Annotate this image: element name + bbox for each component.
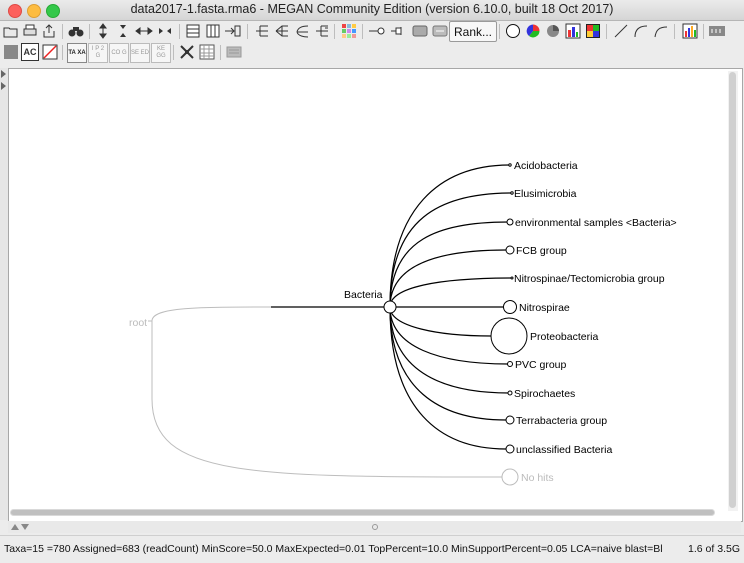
word-cloud-icon[interactable] xyxy=(708,22,726,40)
pie-chart-node-icon[interactable] xyxy=(524,22,542,40)
root-label: root xyxy=(129,317,147,329)
tree-node-terrabacteria-group[interactable]: Terrabacteria group xyxy=(505,415,607,427)
bacteria-label: Bacteria xyxy=(344,289,383,301)
tree-node-spirochaetes[interactable]: Spirochaetes xyxy=(507,388,575,400)
leaf-label: environmental samples <Bacteria> xyxy=(515,217,677,229)
samples-table-icon[interactable] xyxy=(198,43,216,61)
leaf-label: Terrabacteria group xyxy=(516,415,607,427)
leaf-label: FCB group xyxy=(516,245,567,257)
circular-tree-icon[interactable] xyxy=(313,22,331,40)
tree-node-fcb-group[interactable]: FCB group xyxy=(505,245,567,257)
rank-button[interactable]: Rank... xyxy=(449,21,497,42)
horizontal-scrollbar[interactable] xyxy=(10,509,715,516)
cog-viewer-button[interactable]: CO G xyxy=(109,43,129,63)
network-icon[interactable] xyxy=(178,43,196,61)
heatmap-icon[interactable] xyxy=(340,22,358,40)
coxcomb-node-icon[interactable] xyxy=(544,22,562,40)
linear-scale-icon[interactable] xyxy=(612,22,630,40)
background-color-icon[interactable] xyxy=(2,43,20,61)
collapse-subtree-icon[interactable] xyxy=(411,22,429,40)
leaf-label: Acidobacteria xyxy=(514,160,578,172)
memory-usage: 1.6 of 3.5G xyxy=(688,543,740,555)
tree-node-nitrospinae[interactable]: Nitrospinae/Tectomicrobia group xyxy=(510,273,665,285)
table-rows-icon[interactable] xyxy=(184,22,202,40)
status-bar: Taxa=15 =780 Assigned=683 (readCount) Mi… xyxy=(0,535,744,563)
tree-node-pvc-group[interactable]: PVC group xyxy=(507,359,567,371)
contract-horizontal-icon[interactable] xyxy=(156,22,174,40)
left-gutter xyxy=(0,68,8,520)
nohits-label: No hits xyxy=(521,472,554,484)
label-color-button[interactable]: AC xyxy=(21,43,39,61)
taxonomy-viewer-button[interactable]: TA XA xyxy=(67,43,87,63)
heatmap-node-icon[interactable] xyxy=(584,22,602,40)
tree-node-nitrospirae[interactable]: Nitrospirae xyxy=(503,300,570,315)
no-color-icon[interactable] xyxy=(41,43,59,61)
horizontal-scroll-thumb[interactable] xyxy=(11,510,714,515)
go-to-icon[interactable] xyxy=(224,22,242,40)
tree-node-environmental-samples[interactable]: environmental samples <Bacteria> xyxy=(506,217,677,229)
interpro-viewer-button[interactable]: I P 2 G xyxy=(88,43,108,63)
tree-canvas[interactable]: root Bacteria Acidobacteria Elusimicrobi… xyxy=(8,68,743,522)
leaf-label: PVC group xyxy=(515,359,567,371)
ac-label: AC xyxy=(21,43,39,61)
leaf-label: Proteobacteria xyxy=(530,331,598,343)
sqrt-scale-icon[interactable] xyxy=(632,22,650,40)
bottom-controls xyxy=(8,521,741,533)
expand-horizontal-icon[interactable] xyxy=(135,22,153,40)
bar-chart-node-icon[interactable] xyxy=(564,22,582,40)
inspector-icon[interactable] xyxy=(225,43,243,61)
tree-node-proteobacteria[interactable]: Proteobacteria xyxy=(490,317,598,355)
vertical-scroll-thumb[interactable] xyxy=(729,72,736,508)
tree-node-acidobacteria[interactable]: Acidobacteria xyxy=(508,160,578,172)
export-icon[interactable] xyxy=(40,22,58,40)
chart-icon[interactable] xyxy=(681,22,699,40)
tree-node-no-hits[interactable]: No hits xyxy=(501,468,554,486)
leaf-label: Elusimicrobia xyxy=(514,188,577,200)
slanted-tree-icon[interactable] xyxy=(273,22,291,40)
kegg-viewer-button[interactable]: KE GG xyxy=(151,43,171,63)
title-bar: data2017-1.fasta.rma6 - MEGAN Community … xyxy=(0,0,744,21)
leaf-label: Nitrospirae xyxy=(519,302,570,314)
leaf-label: unclassified Bacteria xyxy=(516,444,612,456)
expand-vertical-icon[interactable] xyxy=(94,22,112,40)
uncollapse-node-icon[interactable] xyxy=(390,22,408,40)
contract-vertical-icon[interactable] xyxy=(114,22,132,40)
rectangular-tree-icon[interactable] xyxy=(253,22,271,40)
print-icon[interactable] xyxy=(21,22,39,40)
find-binoculars-icon[interactable] xyxy=(67,22,85,40)
status-text: Taxa=15 =780 Assigned=683 (readCount) Mi… xyxy=(4,543,663,555)
open-folder-icon[interactable] xyxy=(2,22,20,40)
log-scale-icon[interactable] xyxy=(652,22,670,40)
table-columns-icon[interactable] xyxy=(204,22,222,40)
root-node[interactable]: root xyxy=(129,317,147,329)
window-title: data2017-1.fasta.rma6 - MEGAN Community … xyxy=(130,2,614,16)
radial-tree-icon[interactable] xyxy=(293,22,311,40)
bacteria-node[interactable]: Bacteria xyxy=(344,289,397,314)
uncollapse-subtree-icon[interactable] xyxy=(431,22,449,40)
seed-viewer-button[interactable]: SE ED xyxy=(130,43,150,63)
leaf-label: Nitrospinae/Tectomicrobia group xyxy=(514,273,665,285)
tree-node-unclassified-bacteria[interactable]: unclassified Bacteria xyxy=(505,444,612,456)
vertical-scrollbar[interactable] xyxy=(728,71,738,511)
collapse-node-icon[interactable] xyxy=(368,22,386,40)
leaf-label: Spirochaetes xyxy=(514,388,575,400)
tree-node-elusimicrobia[interactable]: Elusimicrobia xyxy=(510,188,577,200)
circle-node-icon[interactable] xyxy=(504,22,522,40)
